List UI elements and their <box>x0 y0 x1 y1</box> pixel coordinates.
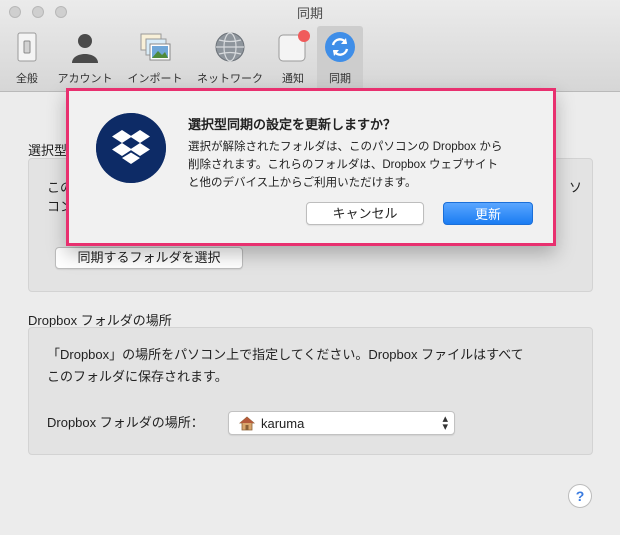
tab-account[interactable]: アカウント <box>52 26 118 88</box>
dialog-message-line2: 削除されます。これらのフォルダは、Dropbox ウェブサイト <box>188 159 499 171</box>
switch-icon <box>17 32 37 62</box>
home-folder-icon <box>239 416 255 431</box>
notification-icon <box>278 30 310 62</box>
dialog-message-line3: と他のデバイス上からご利用いただけます。 <box>188 177 417 189</box>
tab-network[interactable]: ネットワーク <box>192 26 268 88</box>
tab-account-label: アカウント <box>57 73 113 85</box>
tab-import[interactable]: インポート <box>122 26 188 88</box>
person-icon <box>72 34 98 63</box>
dropbox-logo-icon <box>96 113 166 183</box>
dropbox-folder-location-label: Dropbox フォルダの場所： <box>47 415 204 430</box>
help-button[interactable]: ? <box>568 484 592 508</box>
choose-sync-folders-button[interactable]: 同期するフォルダを選択 <box>55 247 243 269</box>
update-selective-sync-dialog: 選択型同期の設定を更新しますか？ 選択が解除されたフォルダは、このパソコンの D… <box>66 88 556 246</box>
tab-sync[interactable]: 同期 <box>317 26 363 88</box>
title-bar: 同期 全般 アカウント インポート ネットワーク 通知 同期 <box>0 0 620 92</box>
photos-icon <box>140 33 171 61</box>
chevron-up-down-icon: ▴ ▾ <box>442 413 448 433</box>
tab-general[interactable]: 全般 <box>6 26 48 88</box>
tab-network-label: ネットワーク <box>197 73 263 85</box>
dialog-message: 選択が解除されたフォルダは、このパソコンの Dropbox から 削除されます。… <box>188 138 538 192</box>
tab-notifications-label: 通知 <box>282 73 304 85</box>
selective-sync-text-line1-end: ソ <box>569 180 583 195</box>
dialog-message-line1: 選択が解除されたフォルダは、このパソコンの Dropbox から <box>188 141 503 153</box>
dialog-title: 選択型同期の設定を更新しますか？ <box>188 117 397 132</box>
dropbox-folder-location-value: karuma <box>261 416 305 431</box>
globe-icon <box>215 32 245 62</box>
tab-general-label: 全般 <box>16 73 38 85</box>
preferences-window: 同期 全般 アカウント インポート ネットワーク 通知 同期 選択型 この ソ … <box>0 0 620 535</box>
dialog-cancel-button[interactable]: キャンセル <box>306 202 424 225</box>
dropbox-folder-location-select[interactable]: karuma ▴ ▾ <box>228 411 455 435</box>
window-title: 同期 <box>296 6 323 21</box>
tab-import-label: インポート <box>127 73 183 85</box>
selective-sync-title: 選択型 <box>28 143 68 158</box>
dropbox-folder-panel: 「Dropbox」の場所をパソコン上で指定してください。Dropbox ファイル… <box>28 327 593 455</box>
dropbox-folder-description-line2: このフォルダに保存されます。 <box>47 369 228 384</box>
dialog-update-button[interactable]: 更新 <box>443 202 533 225</box>
sync-icon <box>325 32 355 62</box>
tab-notifications[interactable]: 通知 <box>272 26 314 88</box>
tab-sync-label: 同期 <box>329 73 351 85</box>
dropbox-folder-description-line1: 「Dropbox」の場所をパソコン上で指定してください。Dropbox ファイル… <box>47 347 524 362</box>
